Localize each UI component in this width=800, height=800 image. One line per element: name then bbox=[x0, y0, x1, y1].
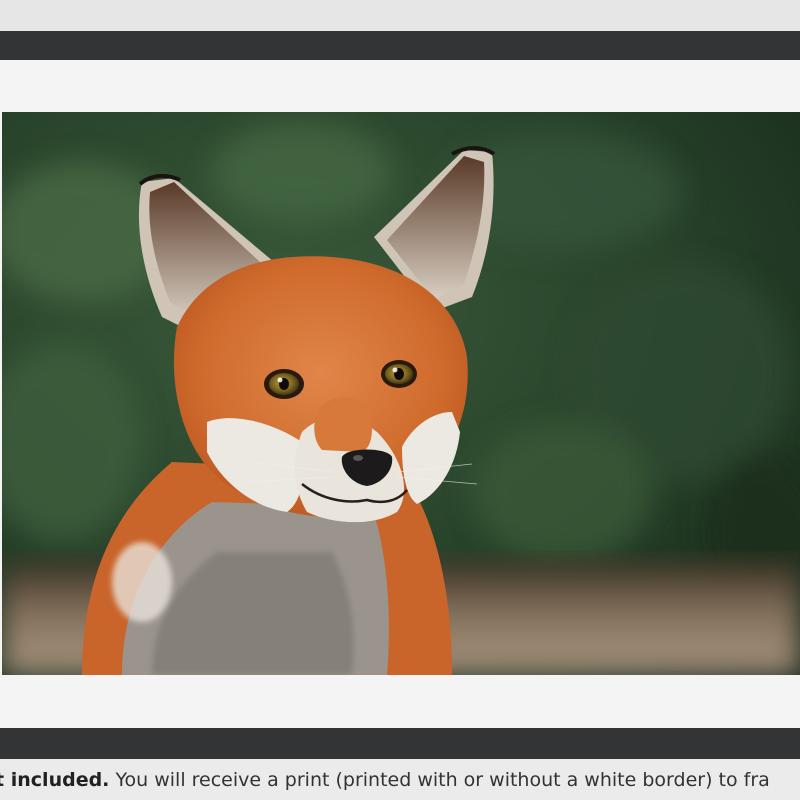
caption-strip: ot included. You will receive a print (p… bbox=[0, 759, 800, 800]
frame-bottom-edge bbox=[0, 728, 800, 759]
wall-background bbox=[0, 0, 800, 31]
caption-text: You will receive a print (printed with o… bbox=[109, 769, 770, 791]
caption-bold-text: ot included. bbox=[0, 769, 110, 791]
fox-photograph bbox=[2, 112, 800, 675]
print-notice-caption: ot included. You will receive a print (p… bbox=[0, 769, 770, 791]
frame-top-edge bbox=[0, 31, 800, 60]
